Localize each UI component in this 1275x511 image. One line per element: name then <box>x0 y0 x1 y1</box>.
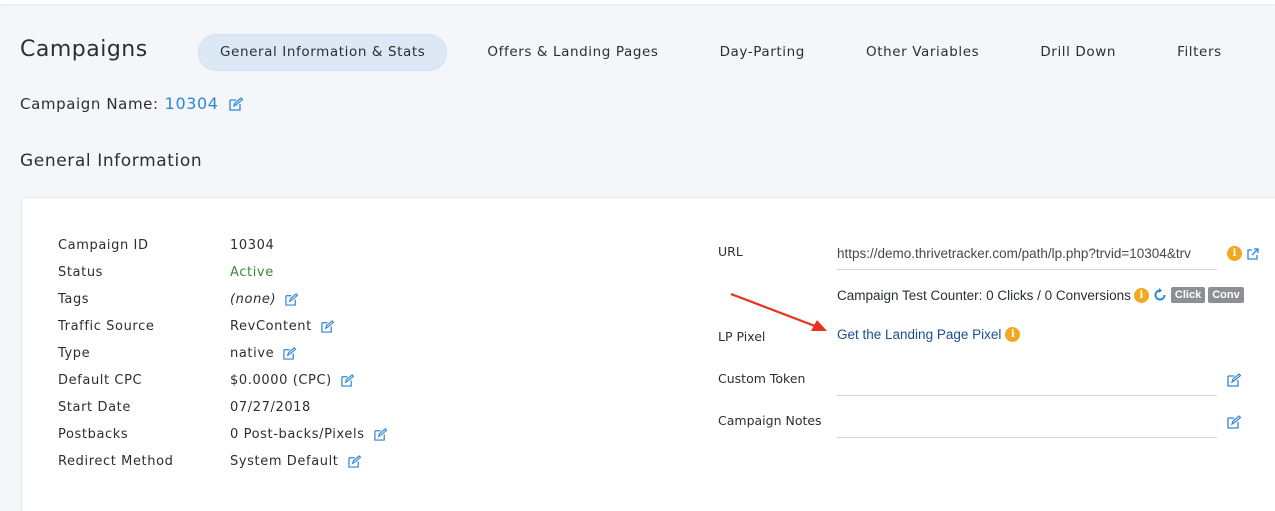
section-title: General Information <box>20 151 203 171</box>
top-bar <box>0 0 1275 4</box>
redirect-method-label: Redirect Method <box>58 453 174 469</box>
campaign-name-row: Campaign Name: 10304 <box>20 94 243 113</box>
status-label: Status <box>58 264 104 280</box>
traffic-source-label: Traffic Source <box>58 318 155 334</box>
lp-pixel-link[interactable]: Get the Landing Page Pixel i <box>837 327 1021 342</box>
default-cpc-label: Default CPC <box>58 372 143 388</box>
edit-icon[interactable] <box>285 292 299 306</box>
redirect-method-row: Redirect Method System Default <box>58 451 361 471</box>
custom-token-label: Custom Token <box>718 371 806 386</box>
info-icon[interactable]: i <box>1133 287 1149 303</box>
edit-icon[interactable] <box>283 346 297 360</box>
test-counter-text: Campaign Test Counter: 0 Clicks / 0 Conv… <box>837 287 1131 303</box>
edit-icon[interactable] <box>1227 373 1241 387</box>
lp-pixel-label: LP Pixel <box>718 329 766 344</box>
start-date-row: Start Date 07/27/2018 <box>58 397 311 417</box>
tab-offers-landing-pages[interactable]: Offers & Landing Pages <box>466 34 679 71</box>
edit-icon[interactable] <box>341 373 354 387</box>
campaign-notes-label: Campaign Notes <box>718 413 822 428</box>
edit-icon[interactable] <box>373 427 387 441</box>
lp-pixel-link-text[interactable]: Get the Landing Page Pixel <box>837 327 1001 342</box>
type-value: native <box>230 345 275 361</box>
tab-general-information[interactable]: General Information & Stats <box>198 34 448 71</box>
click-test-button[interactable]: Click <box>1170 287 1206 303</box>
edit-icon[interactable] <box>1227 415 1241 429</box>
status-row: Status Active <box>58 262 274 282</box>
external-link-icon[interactable] <box>1246 246 1260 260</box>
url-label: URL <box>718 244 743 259</box>
url-field[interactable]: https://demo.thrivetracker.com/path/lp.p… <box>837 238 1217 270</box>
campaign-notes-field[interactable] <box>837 408 1217 438</box>
edit-icon[interactable] <box>347 454 361 468</box>
tab-bar: General Information & Stats Offers & Lan… <box>198 34 1243 71</box>
refresh-icon[interactable] <box>1152 287 1168 303</box>
campaign-name-value[interactable]: 10304 <box>165 94 219 113</box>
info-icon[interactable]: i <box>1005 327 1021 342</box>
test-counter-row: Campaign Test Counter: 0 Clicks / 0 Conv… <box>837 285 1244 305</box>
type-label: Type <box>58 345 91 361</box>
status-value: Active <box>230 264 274 280</box>
traffic-source-value: RevContent <box>230 318 312 334</box>
tab-filters[interactable]: Filters <box>1156 34 1243 71</box>
postbacks-row: Postbacks 0 Post-backs/Pixels <box>58 424 387 444</box>
type-row: Type native <box>58 343 297 363</box>
tags-label: Tags <box>58 291 90 307</box>
custom-token-field[interactable] <box>837 366 1217 396</box>
edit-icon[interactable] <box>321 319 334 333</box>
tab-drill-down[interactable]: Drill Down <box>1019 34 1137 71</box>
start-date-label: Start Date <box>58 399 131 415</box>
default-cpc-row: Default CPC $0.0000 (CPC) <box>58 370 354 390</box>
start-date-value: 07/27/2018 <box>230 399 311 415</box>
campaign-id-row: Campaign ID 10304 <box>58 235 274 255</box>
tab-other-variables[interactable]: Other Variables <box>845 34 1000 71</box>
info-icon[interactable]: i <box>1227 246 1242 261</box>
tags-row: Tags (none) <box>58 289 299 309</box>
tab-day-parting[interactable]: Day-Parting <box>699 34 826 71</box>
traffic-source-row: Traffic Source RevContent <box>58 316 334 336</box>
default-cpc-value: $0.0000 (CPC) <box>230 372 332 388</box>
edit-icon[interactable] <box>228 96 243 111</box>
conv-test-button[interactable]: Conv <box>1208 287 1244 303</box>
campaign-id-value: 10304 <box>230 237 275 253</box>
postbacks-label: Postbacks <box>58 426 129 442</box>
campaign-name-label: Campaign Name: <box>20 94 159 113</box>
postbacks-value: 0 Post-backs/Pixels <box>230 426 365 442</box>
page-title: Campaigns <box>20 37 148 62</box>
tags-value: (none) <box>230 291 277 307</box>
general-info-card: Campaign ID 10304 Status Active Tags (no… <box>21 197 1275 511</box>
redirect-method-value: System Default <box>230 453 339 469</box>
campaign-id-label: Campaign ID <box>58 237 149 253</box>
